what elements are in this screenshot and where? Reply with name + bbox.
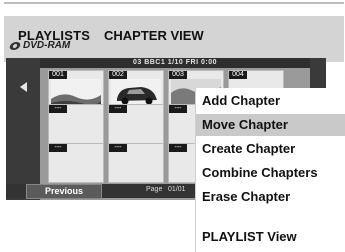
chapter-number: 003 bbox=[169, 71, 187, 79]
media-label: DVD-RAM bbox=[23, 40, 71, 51]
chapter-number: 002 bbox=[109, 71, 127, 79]
left-arrow-icon[interactable] bbox=[20, 82, 27, 92]
menu-item-playlist-view[interactable]: PLAYLIST View bbox=[196, 226, 345, 248]
empty-chapter-slot[interactable]: --- bbox=[108, 104, 164, 144]
chapter-number: 004 bbox=[229, 71, 247, 79]
chapter-number: --- bbox=[49, 144, 67, 152]
landscape-thumbnail-image bbox=[51, 79, 101, 107]
chapter-view-title: CHAPTER VIEW bbox=[104, 28, 204, 43]
chapter-number: --- bbox=[169, 144, 187, 152]
chapter-number: 001 bbox=[49, 71, 67, 79]
chapter-view-screen: PLAYLISTS DVD-RAM CHAPTER VIEW 03 BBC1 1… bbox=[0, 0, 345, 252]
header-bar: PLAYLISTS DVD-RAM CHAPTER VIEW bbox=[4, 2, 344, 62]
empty-chapter-slot[interactable]: --- bbox=[108, 143, 164, 183]
chapter-popup-menu: Add Chapter Move Chapter Create Chapter … bbox=[196, 88, 345, 252]
page-number: 01/01 bbox=[168, 186, 186, 193]
empty-chapter-slot[interactable]: --- bbox=[48, 104, 104, 144]
chapter-number: --- bbox=[169, 105, 187, 113]
disc-icon bbox=[8, 42, 22, 50]
chapter-number: --- bbox=[49, 105, 67, 113]
menu-item-move-chapter[interactable]: Move Chapter bbox=[196, 114, 345, 136]
menu-item-combine-chapters[interactable]: Combine Chapters bbox=[196, 162, 345, 184]
program-info-bar: 03 BBC1 1/10 FRI 0:00 bbox=[40, 58, 310, 68]
chapter-number: --- bbox=[109, 105, 127, 113]
car-thumbnail-image bbox=[111, 79, 161, 107]
chapter-number: --- bbox=[109, 144, 127, 152]
menu-item-create-chapter[interactable]: Create Chapter bbox=[196, 138, 345, 160]
previous-button[interactable]: Previous bbox=[26, 184, 102, 199]
page-label: Page bbox=[146, 186, 163, 193]
menu-item-erase-chapter[interactable]: Erase Chapter bbox=[196, 186, 345, 208]
menu-item-add-chapter[interactable]: Add Chapter bbox=[196, 90, 345, 112]
empty-chapter-slot[interactable]: --- bbox=[48, 143, 104, 183]
